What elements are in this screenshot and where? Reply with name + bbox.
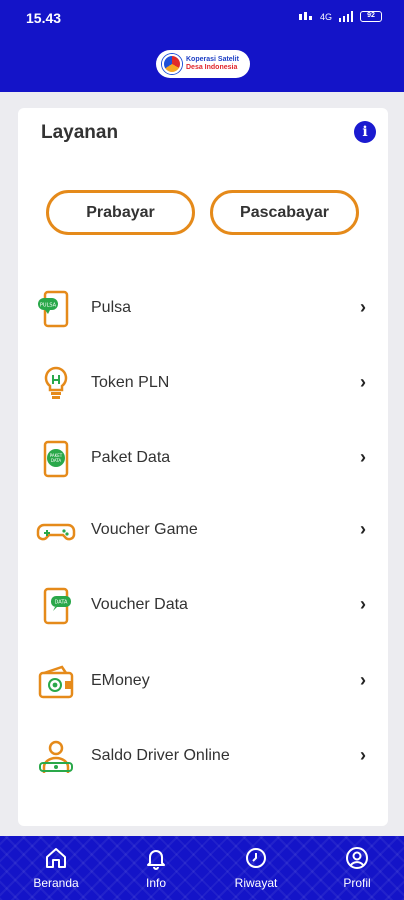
chevron-right-icon: › [360, 670, 366, 690]
user-icon [346, 847, 368, 869]
phone-voucher-icon: DATA [43, 587, 71, 625]
menu-item-paket-data[interactable]: PAKET DATA Paket Data › [18, 427, 388, 491]
nav-item-info[interactable]: Info [121, 846, 191, 890]
menu-label: Voucher Data [91, 596, 188, 613]
battery-icon: 92 [360, 11, 382, 22]
chevron-right-icon: › [360, 297, 366, 317]
logo-line2: Desa Indonesia [186, 64, 238, 71]
phone-data-icon: PAKET DATA [43, 440, 69, 478]
menu-item-voucher-game[interactable]: Voucher Game › [18, 499, 388, 563]
bottom-nav: Beranda Info Riwayat Profil [0, 836, 404, 900]
chevron-right-icon: › [360, 519, 366, 539]
status-bar: 15.43 4G 92 [0, 0, 404, 34]
wallet-icon [38, 665, 74, 699]
app-header: Koperasi Satelit Desa Indonesia [0, 34, 404, 92]
menu-label: Saldo Driver Online [91, 747, 230, 764]
menu-label: EMoney [91, 672, 150, 689]
bell-icon [147, 850, 165, 870]
logo-emblem-icon [162, 54, 182, 74]
menu-item-emoney[interactable]: EMoney › [18, 650, 388, 714]
chevron-right-icon: › [360, 447, 366, 467]
lightbulb-icon [44, 366, 68, 399]
nav-item-beranda[interactable]: Beranda [21, 846, 91, 890]
menu-label: Pulsa [91, 299, 132, 316]
nav-label: Profil [343, 876, 371, 890]
svg-text:DATA: DATA [51, 458, 62, 463]
page-title: Layanan [41, 122, 119, 143]
status-icons: 4G 92 [298, 11, 382, 22]
menu-label: Paket Data [91, 449, 171, 466]
driver-icon [39, 740, 73, 773]
tab-prabayar[interactable]: Prabayar [46, 190, 195, 235]
chevron-right-icon: › [360, 594, 366, 614]
phone-pulsa-icon: PULSA [38, 290, 69, 328]
nav-label: Info [145, 876, 166, 890]
nav-label: Beranda [33, 876, 79, 890]
chevron-right-icon: › [360, 745, 366, 765]
logo-line1: Koperasi Satelit [186, 56, 239, 63]
menu-label: Token PLN [91, 374, 170, 391]
svg-text:DATA: DATA [55, 600, 68, 606]
nav-item-profil[interactable]: Profil [322, 846, 392, 890]
menu-label: Voucher Game [91, 521, 198, 538]
menu-item-saldo-driver[interactable]: Saldo Driver Online › [18, 725, 388, 789]
chevron-right-icon: › [360, 372, 366, 392]
nav-label: Riwayat [234, 876, 278, 890]
signal-icon [339, 11, 353, 22]
menu-item-token-pln[interactable]: Token PLN › [18, 352, 388, 416]
tab-pascabayar[interactable]: Pascabayar [210, 190, 359, 235]
alarm-icon [298, 12, 312, 20]
app-logo: Koperasi Satelit Desa Indonesia [156, 50, 250, 78]
info-icon[interactable]: i [354, 121, 376, 143]
nav-item-riwayat[interactable]: Riwayat [221, 846, 291, 890]
menu-item-voucher-data[interactable]: DATA Voucher Data › [18, 574, 388, 638]
home-icon [46, 848, 66, 868]
network-label: 4G [319, 11, 332, 22]
gamepad-icon [36, 523, 76, 541]
services-card: Layanan i Prabayar Pascabayar PULSA Puls… [18, 108, 388, 826]
clock-icon [246, 848, 266, 868]
svg-text:PULSA: PULSA [40, 303, 57, 309]
menu-item-pulsa[interactable]: PULSA Pulsa › [18, 277, 388, 341]
status-time: 15.43 [26, 10, 62, 26]
